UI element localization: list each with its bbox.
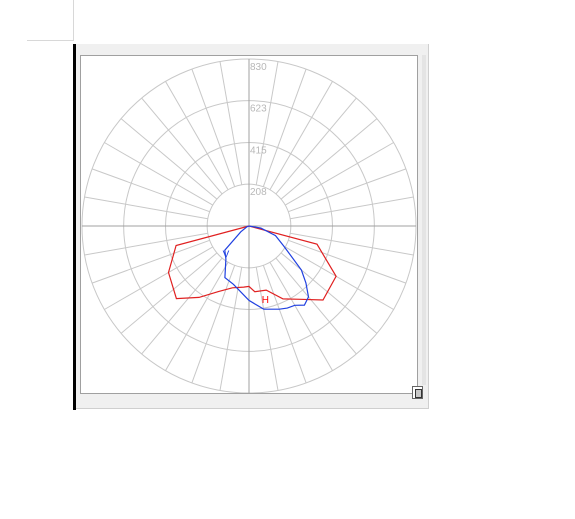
grid-spoke [288,239,407,284]
grid-spoke [288,168,407,213]
grid-spoke [262,265,307,384]
ring-label: 415 [250,146,267,157]
grid-spoke [165,261,229,371]
grid-spoke [191,265,236,384]
grid-spoke [104,142,214,206]
grid-spoke [269,81,333,191]
grid-spoke [219,61,243,185]
ring-label: 623 [250,104,267,115]
grid-spoke [219,267,243,391]
grid-spoke [284,246,394,310]
grid-spoke [255,61,279,185]
series-h-label: H [262,295,269,306]
polar-plot-frame: 208 415 623 830 H V [80,55,418,394]
grid-spoke [91,239,210,284]
polar-chart: 208 415 623 830 H V [81,58,417,394]
grid-spoke [290,232,414,256]
tab-divider-horizontal [27,40,74,41]
grid-spoke [290,196,414,220]
grid-spoke [269,261,333,371]
grid-spoke [91,168,210,213]
grid-spoke [262,68,307,187]
grid-spoke [191,68,236,187]
grid-spoke [84,196,208,220]
series-v-label: V [223,250,230,261]
grid-spoke [84,232,208,256]
ring-label: 830 [250,62,267,73]
grid-spoke [104,246,214,310]
vertical-scrollbar[interactable] [422,55,426,385]
ring-label: 208 [250,187,267,198]
ring-labels: 208 415 623 830 [250,62,267,198]
polar-chart-panel: 208 415 623 830 H V [76,44,429,409]
tab-divider-vertical [73,0,74,40]
export-icon[interactable] [412,386,423,399]
grid-spoke [165,81,229,191]
grid-spoke [284,142,394,206]
grid-spoke [255,267,279,391]
